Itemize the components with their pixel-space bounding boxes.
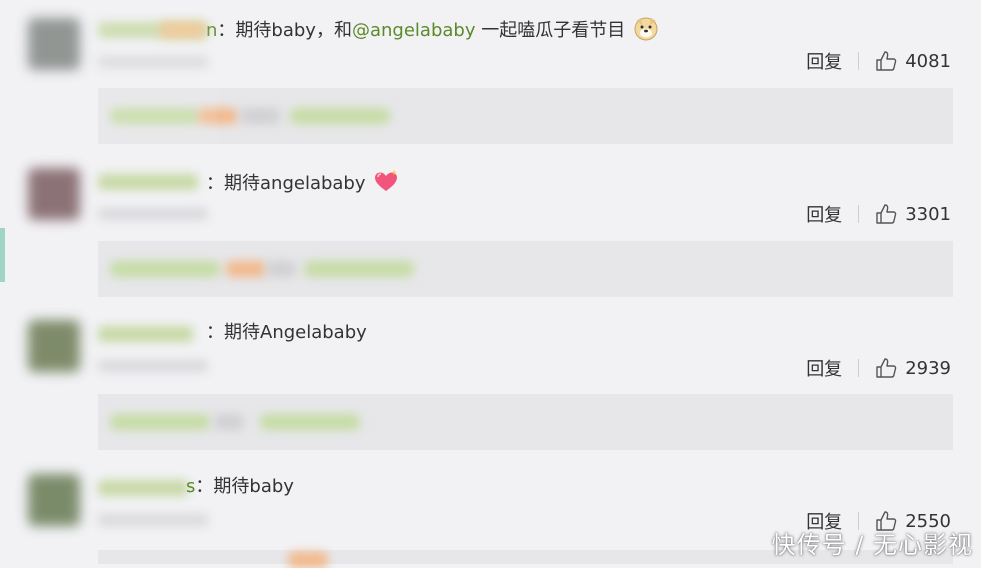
comment-actions: 回复 4081 xyxy=(806,48,951,74)
divider xyxy=(858,52,860,70)
mention-link[interactable]: @angelababy xyxy=(352,20,476,41)
avatar[interactable] xyxy=(28,168,80,220)
comment-text: ：期待Angelababy xyxy=(206,321,367,345)
reply-button[interactable]: 回复 xyxy=(806,201,842,227)
reply-blurred xyxy=(214,414,244,430)
reply-blurred xyxy=(110,261,220,277)
heart-emoji xyxy=(375,170,398,191)
divider xyxy=(858,359,860,377)
comment-prefix: ：期待Angelababy xyxy=(206,322,367,343)
reply-button[interactable]: 回复 xyxy=(806,48,842,74)
comment-text: s：期待baby xyxy=(186,475,294,499)
comment-prefix: ：期待baby xyxy=(195,476,294,497)
reply-button[interactable]: 回复 xyxy=(806,355,842,381)
watermark: 快传号 / 无心影视 xyxy=(771,531,973,559)
timestamp-blurred xyxy=(98,360,208,372)
reply-blurred xyxy=(240,108,280,124)
privacy-blur-overlay xyxy=(0,10,216,150)
reply-preview[interactable] xyxy=(98,241,953,297)
timestamp-blurred xyxy=(98,514,208,526)
comment-item: ：期待angelababy 回复 3301 xyxy=(0,150,981,302)
username-blurred xyxy=(98,174,198,190)
avatar[interactable] xyxy=(28,474,80,526)
reply-blurred xyxy=(304,261,414,277)
username-blurred xyxy=(98,480,188,496)
comment-text: n：期待baby，和@angelababy 一起嗑瓜子看节目 xyxy=(206,15,659,43)
username-tail[interactable]: s xyxy=(186,476,195,497)
comment-actions: 回复 3301 xyxy=(806,201,951,227)
comment-prefix: ：期待baby，和 xyxy=(217,20,352,41)
username-blurred xyxy=(98,326,193,342)
comment-prefix: ：期待angelababy xyxy=(206,173,366,194)
comment-actions: 回复 2939 xyxy=(806,355,951,381)
reply-blurred xyxy=(110,414,210,430)
reply-blurred xyxy=(226,261,266,277)
comment-suffix: 一起嗑瓜子看节目 xyxy=(475,20,626,41)
timestamp-blurred xyxy=(98,208,208,220)
comment-item: ：期待Angelababy 回复 2939 xyxy=(0,302,981,456)
comment-text: ：期待angelababy xyxy=(206,168,399,196)
avatar[interactable] xyxy=(28,320,80,372)
thumbs-up-icon[interactable] xyxy=(875,50,897,72)
reply-preview[interactable] xyxy=(98,394,953,450)
thumbs-up-icon[interactable] xyxy=(875,357,897,379)
like-count: 3301 xyxy=(905,203,951,225)
doge-emoji xyxy=(634,17,658,41)
thumbs-up-icon[interactable] xyxy=(875,203,897,225)
reply-blurred xyxy=(290,108,390,124)
reply-blurred xyxy=(266,261,296,277)
reply-blurred xyxy=(288,552,328,568)
like-count: 4081 xyxy=(905,50,951,72)
reply-blurred xyxy=(260,414,360,430)
like-count: 2939 xyxy=(905,357,951,379)
divider xyxy=(858,205,860,223)
reply-preview[interactable] xyxy=(98,88,953,144)
